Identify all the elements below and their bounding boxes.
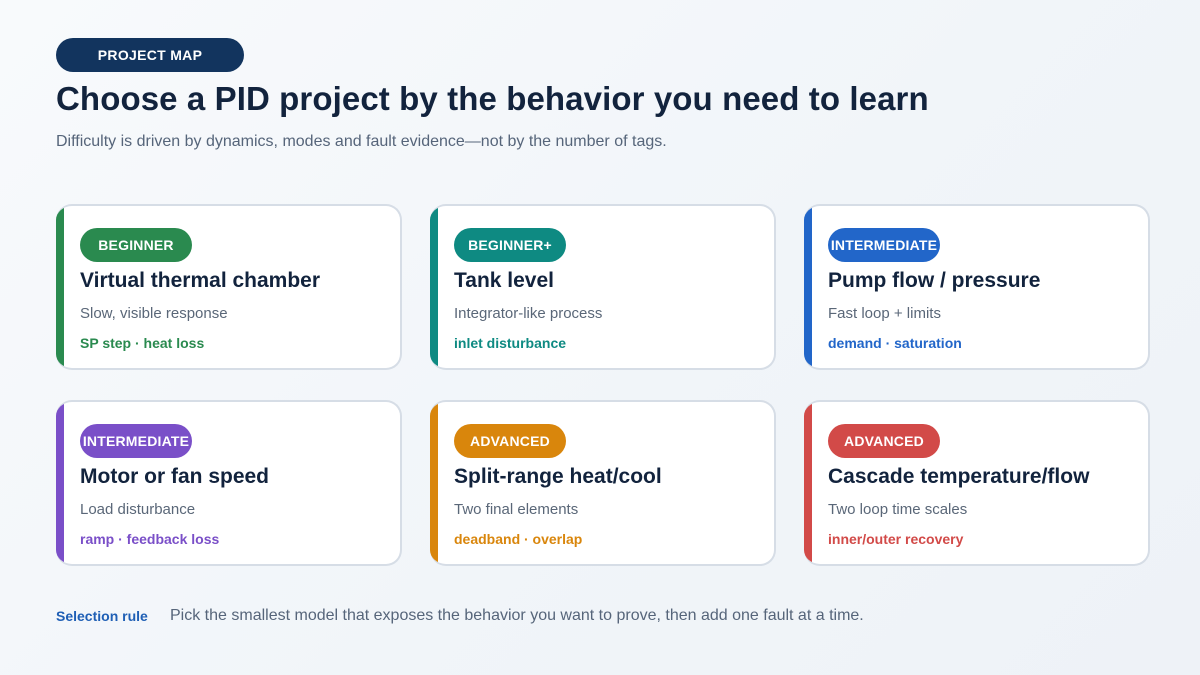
card-title: Split-range heat/cool — [454, 465, 662, 488]
card-title: Cascade temperature/flow — [828, 465, 1090, 488]
card-tags: ramp · feedback loss — [80, 531, 220, 547]
project-card-motor-speed[interactable]: INTERMEDIATE Motor or fan speed Load dis… — [56, 400, 402, 566]
card-title: Motor or fan speed — [80, 465, 270, 488]
difficulty-badge: ADVANCED — [454, 424, 566, 458]
card-accent-bar — [56, 402, 64, 564]
project-card-pump-flow[interactable]: INTERMEDIATE Pump flow / pressure Fast l… — [804, 204, 1150, 370]
card-title: Virtual thermal chamber — [80, 269, 321, 292]
card-tags: demand · saturation — [828, 335, 962, 351]
card-accent-bar — [804, 402, 812, 564]
page-subtitle: Difficulty is driven by dynamics, modes … — [56, 133, 667, 150]
card-description: Fast loop + limits — [828, 305, 941, 322]
card-description: Two loop time scales — [828, 501, 968, 518]
page-title: Choose a PID project by the behavior you… — [56, 80, 929, 117]
card-tags: inner/outer recovery — [828, 531, 964, 547]
card-tags: inlet disturbance — [454, 335, 567, 351]
card-accent-bar — [56, 206, 64, 368]
project-card-tank-level[interactable]: BEGINNER+ Tank level Integrator-like pro… — [430, 204, 776, 370]
selection-rule-label: Selection rule — [56, 608, 148, 624]
difficulty-badge: BEGINNER — [80, 228, 192, 262]
card-description: Integrator-like process — [454, 305, 603, 322]
project-card-split-range[interactable]: ADVANCED Split-range heat/cool Two final… — [430, 400, 776, 566]
difficulty-badge: INTERMEDIATE — [828, 228, 940, 262]
project-map-pill: PROJECT MAP — [56, 38, 244, 72]
card-description: Two final elements — [454, 501, 579, 518]
card-description: Load disturbance — [80, 501, 196, 518]
card-accent-bar — [430, 402, 438, 564]
card-accent-bar — [804, 206, 812, 368]
project-card-thermal-chamber[interactable]: BEGINNER Virtual thermal chamber Slow, v… — [56, 204, 402, 370]
card-tags: SP step · heat loss — [80, 335, 205, 351]
card-title: Tank level — [454, 269, 554, 292]
difficulty-badge: BEGINNER+ — [454, 228, 566, 262]
difficulty-badge: INTERMEDIATE — [80, 424, 192, 458]
card-tags: deadband · overlap — [454, 531, 583, 547]
selection-rule-text: Pick the smallest model that exposes the… — [170, 607, 864, 624]
card-title: Pump flow / pressure — [828, 269, 1041, 292]
difficulty-badge: ADVANCED — [828, 424, 940, 458]
selection-rule: Selection rule Pick the smallest model t… — [56, 607, 864, 625]
card-accent-bar — [430, 206, 438, 368]
project-card-cascade[interactable]: ADVANCED Cascade temperature/flow Two lo… — [804, 400, 1150, 566]
card-description: Slow, visible response — [80, 305, 228, 322]
